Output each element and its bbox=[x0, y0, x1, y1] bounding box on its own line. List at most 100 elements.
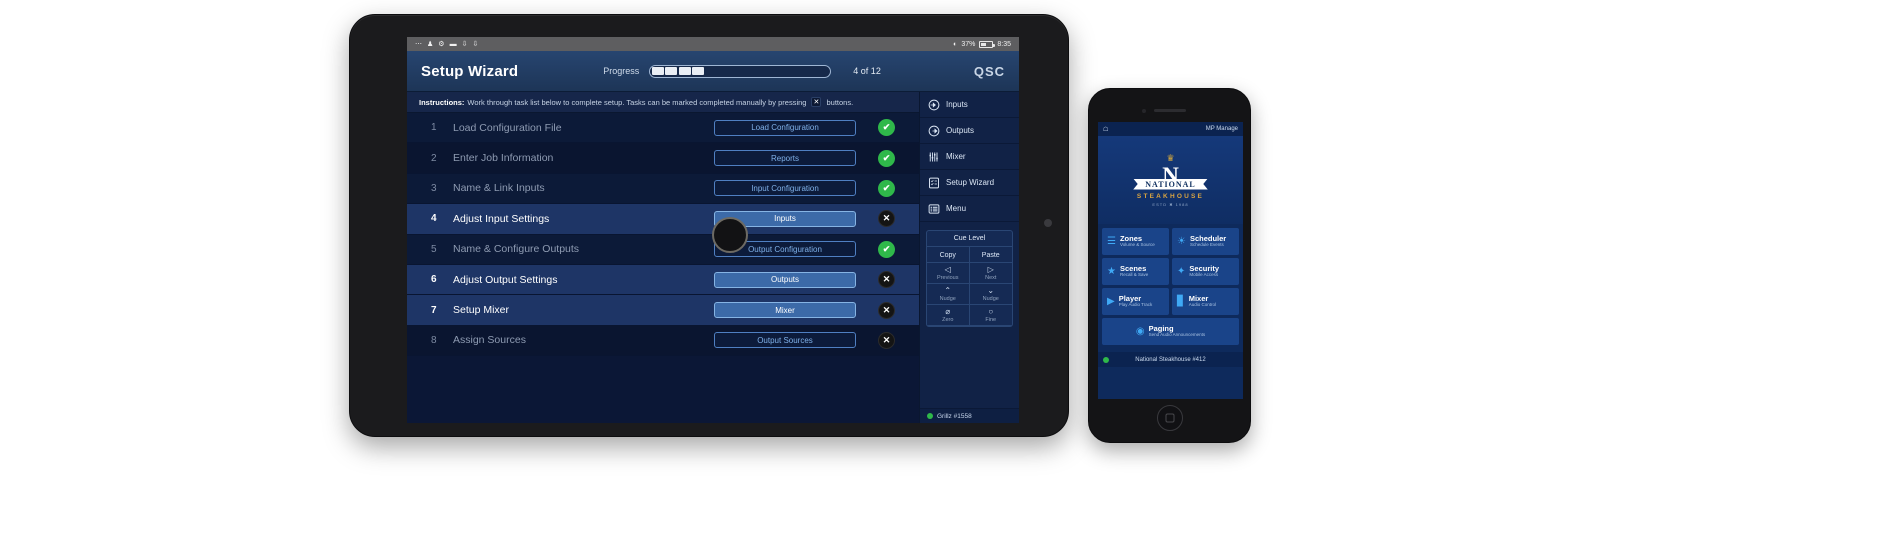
cue-cell[interactable]: ⌃ Nudge bbox=[927, 284, 970, 305]
cue-sublabel: Nudge bbox=[982, 296, 999, 302]
task-label: Name & Link Inputs bbox=[453, 182, 545, 195]
tile-subtitle: Play Audio Track bbox=[1118, 302, 1153, 308]
phone-tile[interactable]: ◉ Paging Send Audio Announcements bbox=[1102, 318, 1239, 345]
key-icon: ✦ bbox=[1177, 265, 1186, 277]
play-icon: ▶ bbox=[1107, 295, 1115, 307]
app-header: Setup Wizard Progress 4 of 12 QSC bbox=[407, 51, 1019, 92]
download-icon: ⇩ bbox=[461, 41, 468, 48]
task-number: 2 bbox=[431, 152, 437, 164]
sidebar-item-outputs[interactable]: Outputs bbox=[920, 118, 1019, 144]
cue-cell[interactable]: Paste bbox=[969, 247, 1012, 263]
status-led-icon bbox=[1103, 356, 1109, 363]
device-name: National Steakhouse #412 bbox=[1135, 356, 1206, 363]
progress-label: Progress bbox=[603, 66, 640, 76]
cue-cell[interactable]: ○ Fine bbox=[969, 305, 1012, 326]
person-icon: ♟ bbox=[427, 41, 434, 48]
task-row[interactable]: 1 Load Configuration File Load Configurati… bbox=[407, 113, 919, 144]
input-arrow-icon bbox=[928, 99, 940, 111]
sidebar-item-menu[interactable]: Menu bbox=[920, 196, 1019, 222]
task-row[interactable]: 3 Name & Link Inputs Input Configuration ✔ bbox=[407, 173, 919, 205]
app-body: Instructions: Work through task list bel… bbox=[407, 92, 1019, 423]
task-label: Assign Sources bbox=[453, 334, 526, 347]
wifi-icon: ◐ bbox=[953, 40, 958, 48]
check-icon[interactable]: ✔ bbox=[878, 240, 895, 258]
cue-level-title: Cue Level bbox=[927, 231, 1012, 247]
task-number: 7 bbox=[431, 304, 437, 316]
phone-footer: National Steakhouse #412 bbox=[1098, 352, 1243, 367]
task-action-button[interactable]: Reports bbox=[714, 150, 856, 167]
task-row[interactable]: 4 Adjust Input Settings Inputs ✕ bbox=[407, 204, 919, 235]
task-label: Adjust Output Settings bbox=[453, 273, 558, 286]
sidebar-item-label: Mixer bbox=[946, 152, 966, 161]
task-row[interactable]: 8 Assign Sources Output Sources ✕ bbox=[407, 325, 919, 357]
brand-logo: QSC bbox=[973, 63, 1005, 79]
check-icon[interactable]: ✔ bbox=[878, 179, 895, 197]
sidebar-item-label: Inputs bbox=[946, 100, 968, 109]
sidebar-item-mixer[interactable]: Mixer bbox=[920, 144, 1019, 170]
tile-subtitle: Send Audio Announcements bbox=[1148, 332, 1206, 338]
sidebar-item-setup-wizard[interactable]: Setup Wizard bbox=[920, 170, 1019, 196]
task-label: Setup Mixer bbox=[453, 304, 510, 317]
task-action-button[interactable]: Outputs bbox=[714, 271, 856, 288]
close-icon[interactable]: ✕ bbox=[878, 271, 895, 289]
tile-subtitle: Mobile Access bbox=[1189, 272, 1219, 278]
task-row[interactable]: 6 Adjust Output Settings Outputs ✕ bbox=[407, 264, 919, 296]
check-icon[interactable]: ✔ bbox=[878, 149, 895, 167]
tile-subtitle: Recall & Save bbox=[1119, 272, 1149, 278]
phone-app-title: MP Manage bbox=[1205, 126, 1238, 132]
phone-tile[interactable]: ▊ Mixer Audio Control bbox=[1172, 288, 1239, 315]
cue-level-grid: Copy Paste ◁ Previous ▷ Next ⌃ Nudge ⌄ Nudge ⌀ Zero… bbox=[927, 247, 1012, 326]
task-action-button[interactable]: Mixer bbox=[714, 302, 856, 319]
task-action-button[interactable]: Input Configuration bbox=[714, 180, 856, 197]
task-action-button[interactable]: Output Sources bbox=[714, 332, 856, 349]
cue-cell[interactable]: ▷ Next bbox=[969, 263, 1012, 284]
task-row[interactable]: 7 Setup Mixer Mixer ✕ bbox=[407, 295, 919, 326]
phone-speaker bbox=[1153, 109, 1186, 112]
phone-tile[interactable]: ✦ Security Mobile Access bbox=[1172, 258, 1239, 285]
phone-home-button[interactable] bbox=[1156, 405, 1183, 431]
task-label: Load Configuration File bbox=[453, 121, 562, 134]
task-label: Name & Configure Outputs bbox=[453, 243, 580, 256]
cue-sublabel: Zero bbox=[942, 317, 954, 323]
task-row[interactable]: 5 Name & Configure Outputs Output Configur… bbox=[407, 234, 919, 265]
status-led-icon bbox=[927, 413, 933, 419]
phone-tile[interactable]: ☀ Scheduler Schedule Events bbox=[1172, 228, 1239, 255]
progress-segment bbox=[651, 67, 664, 75]
faders-icon: ▊ bbox=[1177, 295, 1185, 307]
cue-cell[interactable]: ◁ Previous bbox=[927, 263, 970, 284]
cue-cell[interactable]: ⌄ Nudge bbox=[969, 284, 1012, 305]
progress-segment bbox=[678, 67, 691, 75]
megaphone-icon: ◉ bbox=[1135, 325, 1145, 337]
sidebar-item-label: Menu bbox=[946, 204, 967, 213]
close-icon[interactable]: ✕ bbox=[878, 301, 895, 319]
cue-cell[interactable]: Copy bbox=[927, 247, 970, 263]
phone-camera bbox=[1141, 108, 1146, 113]
phone-tile[interactable]: ★ Scenes Recall & Save bbox=[1102, 258, 1169, 285]
content-filler bbox=[407, 356, 919, 423]
tile-subtitle: Schedule Events bbox=[1189, 242, 1224, 248]
close-icon[interactable]: ✕ bbox=[878, 331, 895, 349]
task-action-button[interactable]: Load Configuration bbox=[714, 119, 856, 136]
close-icon[interactable]: ✕ bbox=[878, 210, 895, 228]
instructions-text: Work through task list below to complete… bbox=[467, 97, 807, 107]
task-number: 4 bbox=[431, 213, 437, 225]
home-icon[interactable]: ☖ bbox=[1103, 126, 1108, 133]
tablet-home-button[interactable] bbox=[712, 217, 748, 253]
check-icon[interactable]: ✔ bbox=[878, 119, 895, 137]
phone-device: ☖ MP Manage ♛ N NATIONAL STEAKHOUSE ESTD… bbox=[1088, 88, 1251, 443]
list-menu-icon bbox=[928, 203, 940, 215]
task-label: Enter Job Information bbox=[453, 152, 554, 165]
task-row[interactable]: 2 Enter Job Information Reports ✔ bbox=[407, 143, 919, 174]
sidebar-item-label: Setup Wizard bbox=[946, 178, 995, 187]
cue-cell[interactable]: ⌀ Zero bbox=[927, 305, 970, 326]
phone-tile[interactable]: ☰ Zones Volume & Source bbox=[1102, 228, 1169, 255]
checklist-icon bbox=[928, 177, 940, 189]
phone-topbar: ☖ MP Manage bbox=[1098, 122, 1243, 136]
tile-subtitle: Audio Control bbox=[1188, 302, 1216, 308]
phone-tile[interactable]: ▶ Player Play Audio Track bbox=[1102, 288, 1169, 315]
cue-glyph-icon: ◁ bbox=[944, 265, 951, 274]
sidebar-item-label: Outputs bbox=[946, 126, 975, 135]
download-icon: ⇩ bbox=[472, 41, 479, 48]
sidebar-item-inputs[interactable]: Inputs bbox=[920, 92, 1019, 118]
cue-sublabel: Nudge bbox=[939, 296, 956, 302]
